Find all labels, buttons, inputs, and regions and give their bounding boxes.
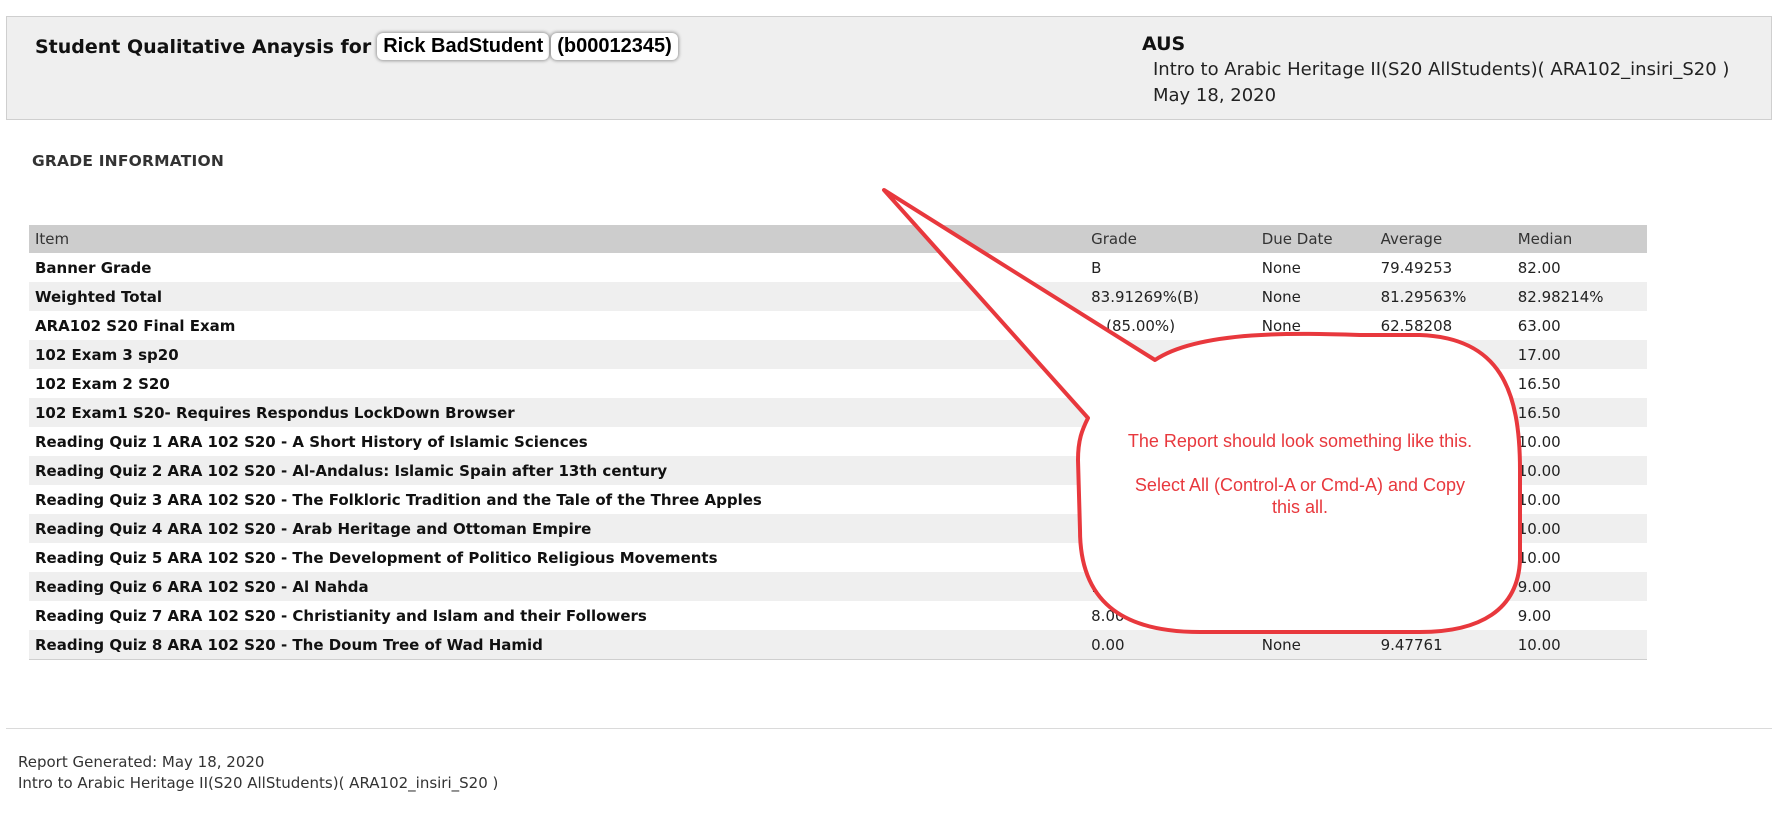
item-cell: 102 Exam 2 S20 [35,374,170,393]
student-id: (b00012345) [551,33,678,60]
item-cell: 102 Exam 3 sp20 [29,340,1086,369]
table-row: Reading Quiz 5 ARA 102 S20 - The Develop… [29,543,1647,572]
table-row: Banner Grade B None 79.49253 82.00 [29,253,1647,282]
grade-cell: B [1091,258,1102,277]
report-generated: Report Generated: May 18, 2020 [18,753,265,771]
callout-text: The Report should look something like th… [1120,430,1480,540]
grade-information-heading: GRADE INFORMATION [32,152,225,170]
median-cell: 9.00 [1511,572,1647,601]
table-row: 102 Exam 3 sp20 17.00 [29,340,1647,369]
median-cell: 10.00 [1517,490,1561,509]
average-cell: 79.49253 [1380,258,1453,277]
column-header-average: Average [1374,225,1512,253]
median-cell: 17.00 [1511,340,1647,369]
table-header-row: Item Grade Due Date Average Median [29,225,1647,253]
top-strip [0,0,1772,16]
item-cell: Reading Quiz 6 ARA 102 S20 - Al Nahda [29,572,1086,601]
table-row: Weighted Total 83.91269%(B) None 81.29563% 8… [29,282,1647,311]
column-header-item: Item [29,225,1086,253]
grade-cell: 0.00 [1085,630,1256,659]
average-cell [1375,543,1512,572]
column-header-grade: Grade [1085,225,1256,253]
due-date-cell [1255,572,1375,601]
item-cell: 102 Exam1 S20- Requires Respondus LockDo… [29,398,1086,427]
grade-cell [1085,398,1256,427]
table-row: 102 Exam1 S20- Requires Respondus LockDo… [29,398,1647,427]
report-title: Student Qualitative Anaysis for Rick Bad… [35,33,678,60]
student-name: Rick BadStudent [377,33,550,60]
average-cell [1375,601,1512,630]
due-date-cell [1255,340,1375,369]
average-cell: 81.29563% [1374,282,1512,311]
report-date: May 18, 2020 [1153,85,1277,106]
table-row: ARA102 S20 Final Exam …(85.00%) None 62.582… [29,311,1647,340]
item-cell: Banner Grade [35,258,152,277]
item-cell: Reading Quiz 8 ARA 102 S20 - The Doum Tr… [29,630,1086,659]
item-cell: ARA102 S20 Final Exam [35,316,236,335]
median-cell: 9.00 [1517,606,1552,625]
footer-course: Intro to Arabic Heritage II(S20 AllStude… [18,774,499,792]
callout-line-2: Select All (Control-A or Cmd-A) and Copy… [1134,475,1466,517]
grade-cell: 10. [1091,548,1115,567]
average-cell: 9.47761 [1374,630,1512,659]
due-date-cell [1256,543,1375,572]
median-cell: 16.50 [1511,398,1647,427]
table-row: 102 Exam 2 S20 16.50 [29,369,1647,398]
item-cell: Reading Quiz 3 ARA 102 S20 - The Folklor… [35,490,762,509]
due-date-cell: None [1261,258,1301,277]
item-cell: Reading Quiz 2 ARA 102 S20 - Al-Andalus:… [29,456,1086,485]
table-bottom-rule [29,659,1647,660]
median-cell: 10.00 [1511,514,1647,543]
table-row: Reading Quiz 8 ARA 102 S20 - The Doum Tr… [29,630,1647,659]
median-cell: 10.00 [1511,456,1647,485]
item-cell: Reading Quiz 1 ARA 102 S20 - A Short His… [35,432,588,451]
due-date-cell: None [1261,316,1301,335]
due-date-cell: None [1255,630,1375,659]
median-cell: 82.98214% [1511,282,1647,311]
due-date-cell [1256,369,1375,398]
item-cell: Weighted Total [29,282,1086,311]
grade-cell [1085,340,1256,369]
average-cell: 62.58208 [1380,316,1453,335]
column-header-due-date: Due Date [1255,225,1375,253]
course-name: Intro to Arabic Heritage II(S20 AllStude… [1153,59,1730,80]
grade-cell: 83.91269%(B) [1085,282,1256,311]
average-cell [1374,340,1512,369]
table-row: Reading Quiz 7 ARA 102 S20 - Christianit… [29,601,1647,630]
median-cell: 10.00 [1511,630,1647,659]
column-header-median: Median [1511,225,1647,253]
average-cell [1375,369,1512,398]
table-row: Reading Quiz 6 ARA 102 S20 - Al Nahda 10.… [29,572,1647,601]
median-cell: 82.00 [1517,258,1561,277]
median-cell: 63.00 [1517,316,1561,335]
institution-name: AUS [1142,33,1186,55]
grade-cell: 10.00 [1085,572,1256,601]
report-header: Student Qualitative Anaysis for Rick Bad… [6,16,1772,120]
callout-line-1: The Report should look something like th… [1127,431,1473,451]
item-cell: Reading Quiz 5 ARA 102 S20 - The Develop… [35,548,718,567]
average-cell [1374,572,1512,601]
item-cell: Reading Quiz 7 ARA 102 S20 - Christianit… [35,606,647,625]
median-cell: 10.00 [1517,432,1561,451]
grade-cell [1085,369,1256,398]
due-date-cell [1256,601,1375,630]
grade-cell: 8.00 [1091,606,1125,625]
due-date-cell: None [1255,282,1375,311]
footer-divider [6,728,1772,729]
grade-cell: …(85.00%) [1091,316,1176,335]
item-cell: Reading Quiz 4 ARA 102 S20 - Arab Herita… [29,514,1086,543]
report-title-prefix: Student Qualitative Anaysis for [35,35,372,58]
due-date-cell [1255,398,1375,427]
median-cell: 10.00 [1517,548,1561,567]
average-cell [1374,398,1512,427]
median-cell: 16.50 [1517,374,1561,393]
